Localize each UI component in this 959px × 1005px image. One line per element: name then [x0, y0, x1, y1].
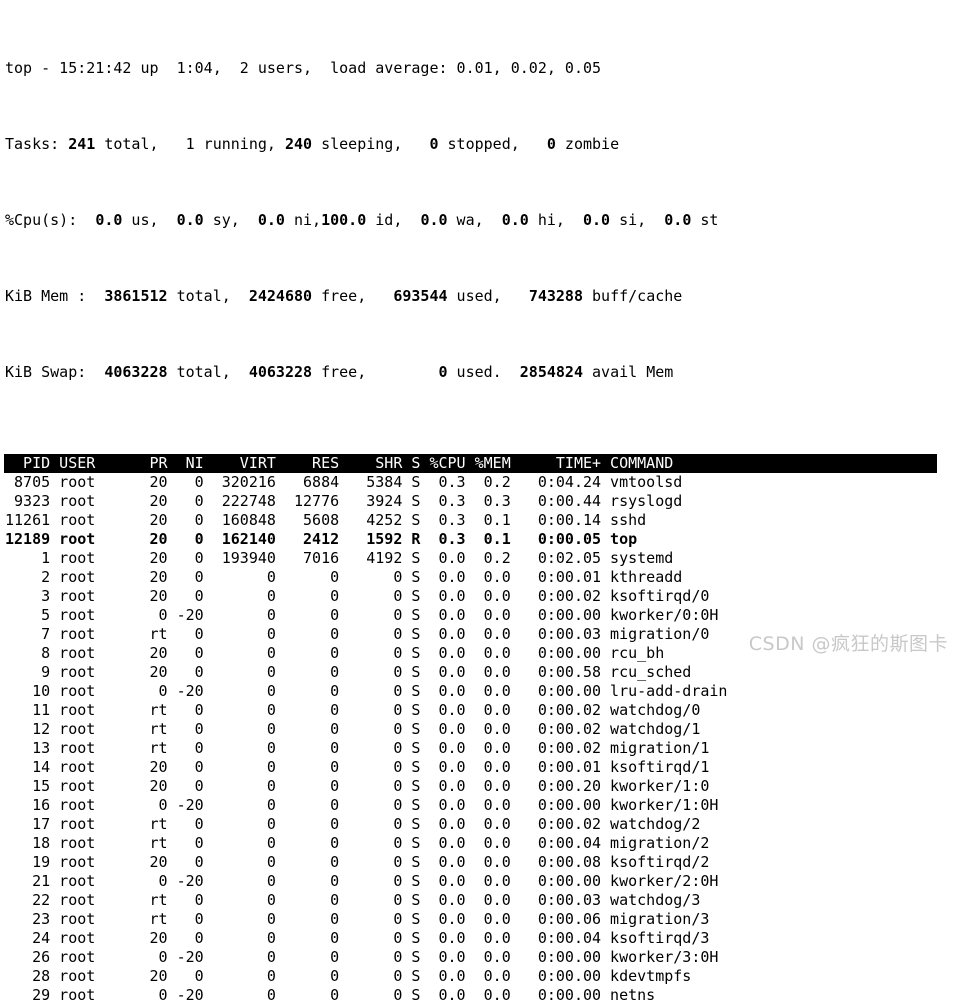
mem-label: KiB Mem :: [5, 287, 105, 305]
tasks-sleeping-label: sleeping,: [312, 135, 430, 153]
swap-avail-value: 2854824: [519, 363, 583, 381]
cpu-hi-value: 0.0: [501, 211, 529, 229]
table-row[interactable]: 28 root 20 0 0 0 0 S 0.0 0.0 0:00.00 kde…: [5, 967, 959, 986]
mem-free-value: 2424680: [248, 287, 313, 305]
cpu-st-value: 0.0: [664, 211, 692, 229]
table-row[interactable]: 7 root rt 0 0 0 0 S 0.0 0.0 0:00.03 migr…: [5, 625, 959, 644]
table-row[interactable]: 26 root 0 -20 0 0 0 S 0.0 0.0 0:00.00 kw…: [5, 948, 959, 967]
table-row[interactable]: 5 root 0 -20 0 0 0 S 0.0 0.0 0:00.00 kwo…: [5, 606, 959, 625]
table-row[interactable]: 12189 root 20 0 162140 2412 1592 R 0.3 0…: [5, 530, 959, 549]
swap-total-value: 4063228: [104, 363, 168, 381]
table-row[interactable]: 11 root rt 0 0 0 0 S 0.0 0.0 0:00.02 wat…: [5, 701, 959, 720]
table-row[interactable]: 15 root 20 0 0 0 0 S 0.0 0.0 0:00.20 kwo…: [5, 777, 959, 796]
mem-buffcache-label: buff/cache: [583, 287, 683, 305]
cpu-sy-label: sy,: [203, 211, 258, 229]
mem-used-label: used,: [447, 287, 529, 305]
mem-used-value: 693544: [393, 287, 448, 305]
table-row[interactable]: 9 root 20 0 0 0 0 S 0.0 0.0 0:00.58 rcu_…: [5, 663, 959, 682]
top-terminal-window: top - 15:21:42 up 1:04, 2 users, load av…: [0, 0, 959, 1004]
table-row[interactable]: 18 root rt 0 0 0 0 S 0.0 0.0 0:00.04 mig…: [5, 834, 959, 853]
tasks-zombie-value: 0: [546, 135, 556, 153]
table-row[interactable]: 19 root 20 0 0 0 0 S 0.0 0.0 0:00.08 kso…: [5, 853, 959, 872]
swap-total-label: total,: [167, 363, 249, 381]
table-row[interactable]: 11261 root 20 0 160848 5608 4252 S 0.3 0…: [5, 511, 959, 530]
table-row[interactable]: 2 root 20 0 0 0 0 S 0.0 0.0 0:00.01 kthr…: [5, 568, 959, 587]
cpu-wa-value: 0.0: [420, 211, 448, 229]
tasks-sleeping-value: 240: [284, 135, 313, 153]
table-row[interactable]: 24 root 20 0 0 0 0 S 0.0 0.0 0:00.04 kso…: [5, 929, 959, 948]
cpu-us-label: us,: [122, 211, 177, 229]
table-row[interactable]: 22 root rt 0 0 0 0 S 0.0 0.0 0:00.03 wat…: [5, 891, 959, 910]
cpu-label: %Cpu(s):: [5, 211, 96, 229]
uptime-line: top - 15:21:42 up 1:04, 2 users, load av…: [5, 59, 959, 78]
mem-total-value: 3861512: [104, 287, 168, 305]
table-row[interactable]: 17 root rt 0 0 0 0 S 0.0 0.0 0:00.02 wat…: [5, 815, 959, 834]
summary-table-divider: [0, 439, 959, 454]
cpu-sy-value: 0.0: [176, 211, 204, 229]
summary-area: top - 15:21:42 up 1:04, 2 users, load av…: [0, 0, 959, 439]
table-row[interactable]: 9323 root 20 0 222748 12776 3924 S 0.3 0…: [5, 492, 959, 511]
swap-used-label: used.: [447, 363, 520, 381]
table-row[interactable]: 8705 root 20 0 320216 6884 5384 S 0.3 0.…: [5, 473, 959, 492]
cpu-hi-label: hi,: [528, 211, 583, 229]
cpu-line: %Cpu(s): 0.0 us, 0.0 sy, 0.0 ni,100.0 id…: [5, 211, 959, 230]
table-row[interactable]: 21 root 0 -20 0 0 0 S 0.0 0.0 0:00.00 kw…: [5, 872, 959, 891]
swap-free-label: free,: [312, 363, 439, 381]
table-row[interactable]: 23 root rt 0 0 0 0 S 0.0 0.0 0:00.06 mig…: [5, 910, 959, 929]
tasks-running-value: 1: [185, 135, 195, 153]
table-row[interactable]: 10 root 0 -20 0 0 0 S 0.0 0.0 0:00.00 lr…: [5, 682, 959, 701]
tasks-label: Tasks:: [5, 135, 60, 153]
table-row[interactable]: 12 root rt 0 0 0 0 S 0.0 0.0 0:00.02 wat…: [5, 720, 959, 739]
cpu-ni-label: ni,: [284, 211, 322, 229]
uptime-text: top - 15:21:42 up 1:04, 2 users, load av…: [5, 59, 602, 77]
tasks-line: Tasks: 241 total, 1 running, 240 sleepin…: [5, 135, 959, 154]
mem-free-label: free,: [312, 287, 394, 305]
mem-buffcache-value: 743288: [528, 287, 583, 305]
cpu-si-label: si,: [610, 211, 665, 229]
table-row[interactable]: 29 root 0 -20 0 0 0 S 0.0 0.0 0:00.00 ne…: [5, 986, 959, 1005]
swap-label: KiB Swap:: [5, 363, 105, 381]
table-row[interactable]: 16 root 0 -20 0 0 0 S 0.0 0.0 0:00.00 kw…: [5, 796, 959, 815]
table-row[interactable]: 8 root 20 0 0 0 0 S 0.0 0.0 0:00.00 rcu_…: [5, 644, 959, 663]
tasks-stopped-value: 0: [429, 135, 439, 153]
mem-line: KiB Mem : 3861512 total, 2424680 free, 6…: [5, 287, 959, 306]
table-row[interactable]: 3 root 20 0 0 0 0 S 0.0 0.0 0:00.02 ksof…: [5, 587, 959, 606]
cpu-ni-value: 0.0: [257, 211, 285, 229]
mem-total-label: total,: [167, 287, 249, 305]
cpu-id-value: 100.0: [321, 211, 367, 229]
table-row[interactable]: 13 root rt 0 0 0 0 S 0.0 0.0 0:00.02 mig…: [5, 739, 959, 758]
cpu-si-value: 0.0: [583, 211, 611, 229]
tasks-running-label: running,: [194, 135, 285, 153]
swap-free-value: 4063228: [248, 363, 313, 381]
table-row[interactable]: 14 root 20 0 0 0 0 S 0.0 0.0 0:00.01 kso…: [5, 758, 959, 777]
swap-used-value: 0: [438, 363, 448, 381]
cpu-us-value: 0.0: [95, 211, 123, 229]
tasks-total-label: total,: [95, 135, 186, 153]
cpu-id-label: id,: [366, 211, 421, 229]
swap-avail-label: avail Mem: [583, 363, 674, 381]
cpu-wa-label: wa,: [447, 211, 502, 229]
table-row[interactable]: 1 root 20 0 193940 7016 4192 S 0.0 0.2 0…: [5, 549, 959, 568]
cpu-st-label: st: [691, 211, 719, 229]
swap-line: KiB Swap: 4063228 total, 4063228 free, 0…: [5, 363, 959, 382]
process-table-body[interactable]: 8705 root 20 0 320216 6884 5384 S 0.3 0.…: [0, 473, 959, 1005]
process-table-header[interactable]: PID USER PR NI VIRT RES SHR S %CPU %MEM …: [4, 454, 937, 473]
tasks-zombie-label: zombie: [555, 135, 620, 153]
tasks-stopped-label: stopped,: [438, 135, 547, 153]
tasks-total-value: 241: [68, 135, 96, 153]
